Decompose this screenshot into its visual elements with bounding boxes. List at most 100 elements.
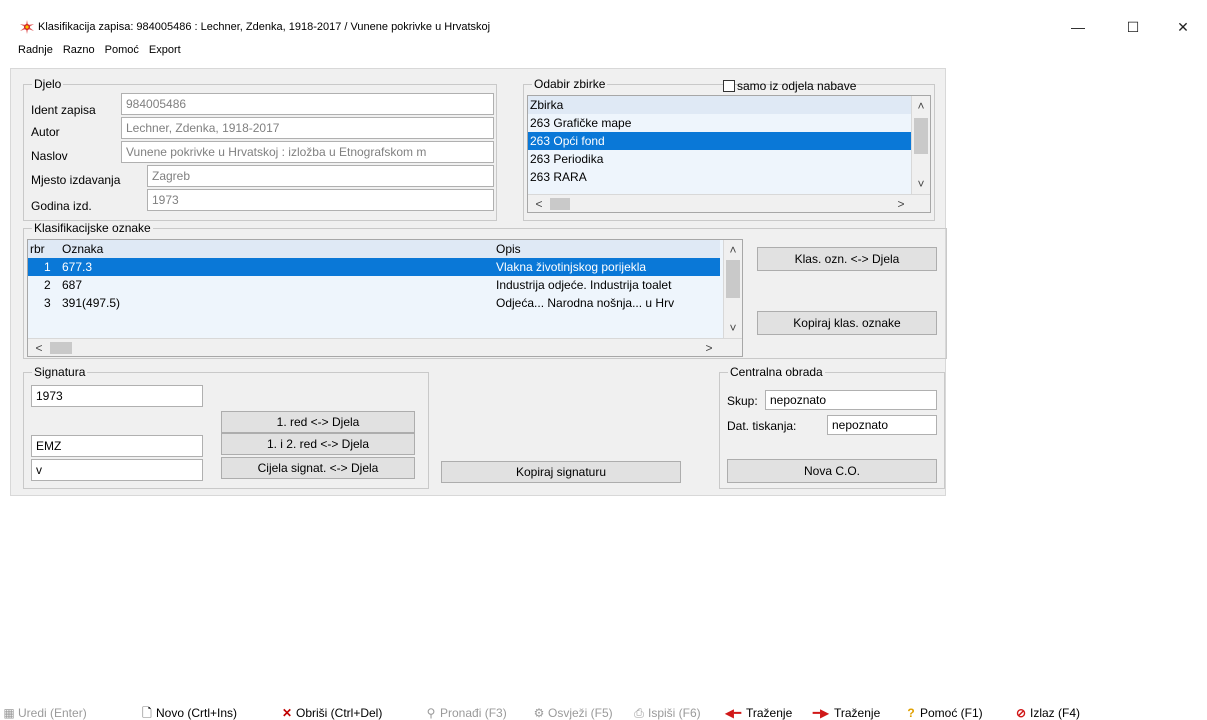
autor-label: Autor <box>31 125 60 139</box>
nova-co-button[interactable]: Nova C.O. <box>727 459 937 483</box>
cell-opis: Vlakna životinjskog porijekla <box>496 260 647 274</box>
godina-field[interactable]: 1973 <box>147 189 494 211</box>
klasifikacija-legend: Klasifikacijske oznake <box>34 221 151 235</box>
klas-ozn-djela-button[interactable]: Klas. ozn. <-> Djela <box>757 247 937 271</box>
list-item[interactable]: 263 Grafičke mape <box>528 114 912 132</box>
zbirke-vscroll[interactable]: ˄ ˅ <box>911 96 930 194</box>
scroll-down-icon[interactable]: ˅ <box>724 320 742 336</box>
cell-oznaka: 391(497.5) <box>62 296 121 310</box>
menu-razno[interactable]: Razno <box>58 42 100 56</box>
edit-icon: ▦ <box>3 706 15 720</box>
naslov-field[interactable]: Vunene pokrivke u Hrvatskoj : izložba u … <box>121 141 494 163</box>
izlaz-label: Izlaz (F4) <box>1030 706 1081 720</box>
table-row[interactable]: 2 687 Industrija odjeće. Industrija toal… <box>28 276 720 294</box>
main-panel: Djelo Ident zapisa 984005486 Autor Lechn… <box>10 68 947 496</box>
dat-tiskanja-field: nepoznato <box>827 415 937 435</box>
kopiraj-klas-oznake-button[interactable]: Kopiraj klas. oznake <box>757 311 937 335</box>
kopiraj-signaturu-button[interactable]: Kopiraj signaturu <box>441 461 681 483</box>
minimize-button[interactable]: — <box>1055 14 1101 40</box>
osvjezi-button[interactable]: ⚙ Osvježi (F5) <box>532 706 613 720</box>
djelo-legend: Djelo <box>34 77 62 91</box>
odjel-nabave-checkbox[interactable] <box>723 80 735 92</box>
zbirke-list[interactable]: Zbirka 263 Grafičke mape 263 Opći fond 2… <box>527 95 931 213</box>
menu-export[interactable]: Export <box>144 42 186 56</box>
menu-bar: Radnje Razno Pomoć Export <box>0 42 400 62</box>
scroll-left-icon[interactable]: < <box>30 340 48 356</box>
column-header-oznaka[interactable]: Oznaka <box>62 240 103 258</box>
table-row-selected[interactable]: 1 677.3 Vlakna životinjskog porijekla <box>28 258 720 276</box>
scroll-thumb[interactable] <box>726 260 740 298</box>
list-item[interactable]: 263 RARA <box>528 168 912 186</box>
exit-icon: ⊘ <box>1015 706 1027 720</box>
scroll-thumb[interactable] <box>914 118 928 154</box>
cell-oznaka: 687 <box>62 278 83 292</box>
ident-field[interactable]: 984005486 <box>121 93 494 115</box>
menu-pomoc[interactable]: Pomoć <box>100 42 144 56</box>
table-row[interactable]: 3 391(497.5) Odjeća... Narodna nošnja...… <box>28 294 720 312</box>
search-icon: ⚲ <box>426 706 436 720</box>
novo-button[interactable]: 🗋 Novo (Crtl+Ins) <box>140 706 237 720</box>
naslov-label: Naslov <box>31 149 68 163</box>
trazenje-prev-button[interactable]: ◀━ Traženje <box>722 706 792 720</box>
obrisi-button[interactable]: ✕ Obriši (Ctrl+Del) <box>280 706 382 720</box>
signatura-line-2[interactable]: EMZ <box>31 435 203 457</box>
autor-field[interactable]: Lechner, Zdenka, 1918-2017 <box>121 117 494 139</box>
arrow-right-icon: ━▶ <box>812 706 830 720</box>
delete-icon: ✕ <box>281 706 293 720</box>
scroll-thumb[interactable] <box>550 198 570 210</box>
scroll-thumb[interactable] <box>50 342 72 354</box>
scroll-up-icon[interactable]: ˄ <box>912 98 930 114</box>
uredi-button[interactable]: ▦ Uredi (Enter) <box>2 706 87 720</box>
godina-label: Godina izd. <box>31 199 92 213</box>
zbirka-column-header[interactable]: Zbirka <box>528 96 914 114</box>
red1-djela-button[interactable]: 1. red <-> Djela <box>221 411 415 433</box>
signatura-line-3[interactable]: v <box>31 459 203 481</box>
izlaz-button[interactable]: ⊘ Izlaz (F4) <box>1014 706 1080 720</box>
pomoc-button[interactable]: ? Pomoć (F1) <box>904 706 983 720</box>
mjesto-label: Mjesto izdavanja <box>31 173 121 187</box>
skup-field: nepoznato <box>765 390 937 410</box>
klasifikacija-table[interactable]: rbr Oznaka Opis 1 677.3 Vlakna životinjs… <box>27 239 743 357</box>
refresh-icon: ⚙ <box>533 706 545 720</box>
uredi-label: Uredi (Enter) <box>18 706 87 720</box>
scroll-right-icon[interactable]: > <box>700 340 718 356</box>
signatura-line-1[interactable]: 1973 <box>31 385 203 407</box>
cell-rbr: 3 <box>44 296 51 310</box>
new-document-icon: 🗋 <box>142 706 152 720</box>
zbirke-hscroll[interactable]: < > <box>528 194 930 212</box>
klasifikacija-vscroll[interactable]: ˄ ˅ <box>723 240 742 338</box>
list-item-selected[interactable]: 263 Opći fond <box>528 132 912 150</box>
scroll-right-icon[interactable]: > <box>892 196 910 212</box>
cijela-signat-djela-button[interactable]: Cijela signat. <-> Djela <box>221 457 415 479</box>
zbirke-legend: Odabir zbirke <box>534 77 606 91</box>
odjel-nabave-label: samo iz odjela nabave <box>737 79 857 93</box>
ident-label: Ident zapisa <box>31 103 96 117</box>
klasifikacija-hscroll[interactable]: < > <box>28 338 742 356</box>
cell-opis: Odjeća... Narodna nošnja... u Hrv <box>496 296 675 310</box>
cell-oznaka: 677.3 <box>62 260 93 274</box>
mjesto-field[interactable]: Zagreb <box>147 165 494 187</box>
pronadi-button[interactable]: ⚲ Pronađi (F3) <box>424 706 507 720</box>
scroll-left-icon[interactable]: < <box>530 196 548 212</box>
maximize-button[interactable]: ☐ <box>1110 14 1156 40</box>
trazenje-next-button[interactable]: ━▶ Traženje <box>810 706 880 720</box>
scroll-up-icon[interactable]: ˄ <box>724 242 742 258</box>
ispisi-button[interactable]: ⎙ Ispiši (F6) <box>632 706 700 720</box>
scroll-down-icon[interactable]: ˅ <box>912 176 930 192</box>
arrow-left-icon: ◀━ <box>724 706 742 720</box>
title-bar: Klasifikacija zapisa: 984005486 : Lechne… <box>0 0 1207 40</box>
dat-tiskanja-label: Dat. tiskanja: <box>727 419 797 433</box>
list-item[interactable]: 263 Periodika <box>528 150 912 168</box>
bottom-toolbar: ▦ Uredi (Enter) 🗋 Novo (Crtl+Ins) ✕ Obriši … <box>0 706 1207 720</box>
menu-radnje[interactable]: Radnje <box>0 42 58 56</box>
red12-djela-button[interactable]: 1. i 2. red <-> Djela <box>221 433 415 455</box>
pronadi-label: Pronađi (F3) <box>440 706 507 720</box>
cell-rbr: 1 <box>44 260 51 274</box>
column-header-opis[interactable]: Opis <box>496 240 521 258</box>
close-button[interactable]: ✕ <box>1160 14 1206 40</box>
skup-label: Skup: <box>727 394 758 408</box>
obrisi-label: Obriši (Ctrl+Del) <box>296 706 383 720</box>
column-header-rbr[interactable]: rbr <box>30 240 45 258</box>
pomoc-label: Pomoć (F1) <box>920 706 983 720</box>
window-title: Klasifikacija zapisa: 984005486 : Lechne… <box>38 21 491 33</box>
